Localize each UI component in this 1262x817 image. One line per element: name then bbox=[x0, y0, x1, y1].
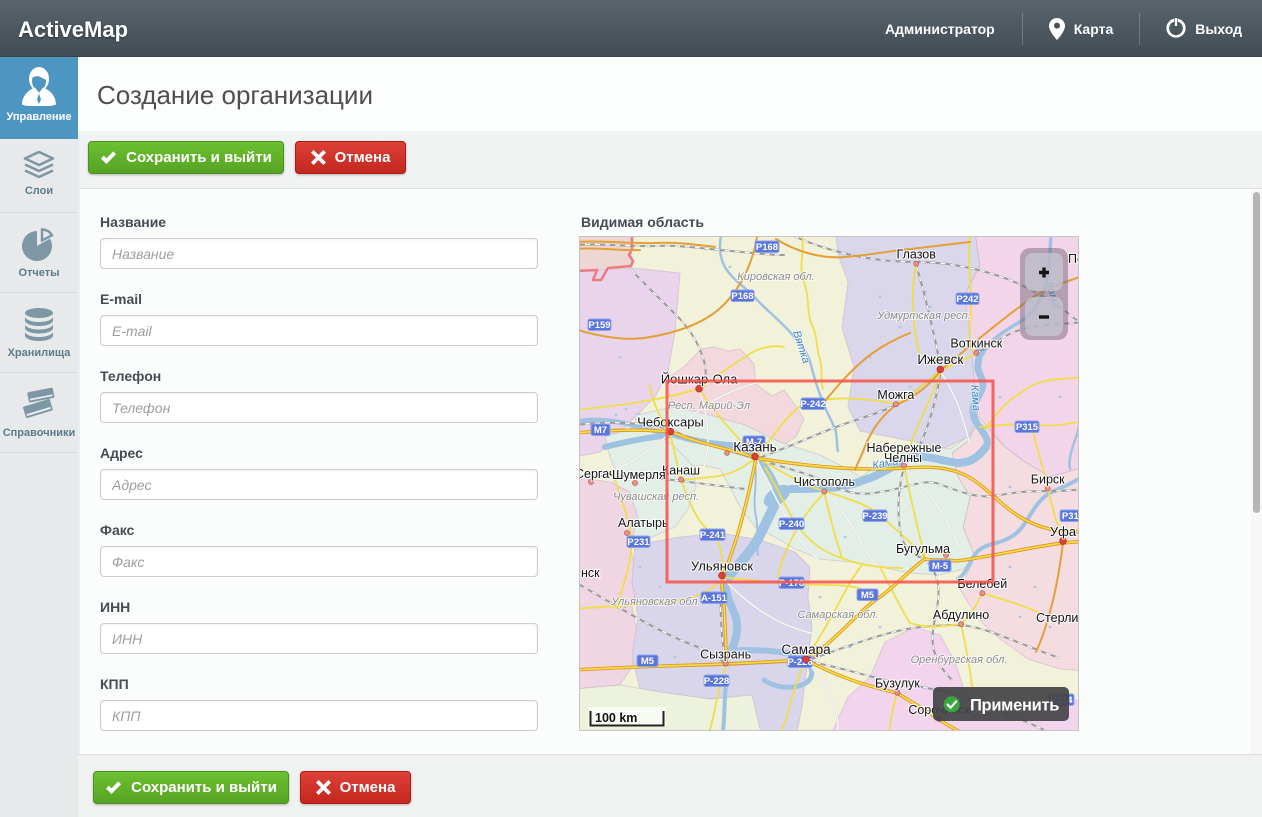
svg-text:Сергач: Сергач bbox=[580, 467, 615, 481]
svg-text:Респ. Марий-Эл: Респ. Марий-Эл bbox=[668, 400, 750, 412]
svg-text:Чувашская респ.: Чувашская респ. bbox=[613, 491, 699, 503]
svg-text:А-151: А-151 bbox=[701, 593, 728, 604]
svg-text:Р168: Р168 bbox=[756, 242, 778, 253]
svg-text:Стерлитамак: Стерлитамак bbox=[1036, 611, 1079, 625]
svg-text:Казань: Казань bbox=[733, 439, 776, 454]
svg-text:Абдулино: Абдулино bbox=[933, 608, 989, 622]
svg-text:Р-242: Р-242 bbox=[800, 399, 825, 410]
svg-text:Оренбургская обл.: Оренбургская обл. bbox=[911, 654, 1008, 666]
svg-text:Пермь: Пермь bbox=[1068, 252, 1079, 266]
svg-text:Глазов: Глазов bbox=[897, 247, 937, 261]
svg-text:Ульяновская обл.: Ульяновская обл. bbox=[610, 596, 700, 608]
svg-text:Сызрань: Сызрань bbox=[700, 647, 751, 661]
svg-text:Р168: Р168 bbox=[731, 291, 753, 302]
svg-text:М5: М5 bbox=[641, 656, 655, 667]
svg-text:100 km: 100 km bbox=[595, 711, 637, 725]
svg-text:Самара: Самара bbox=[781, 642, 831, 657]
svg-text:Кировская обл.: Кировская обл. bbox=[737, 271, 814, 283]
svg-text:Шумерля: Шумерля bbox=[612, 468, 666, 482]
svg-text:Кама: Кама bbox=[968, 384, 982, 411]
svg-text:Р242: Р242 bbox=[956, 294, 978, 305]
svg-text:Йошкар-Ола: Йошкар-Ола bbox=[661, 372, 738, 387]
svg-text:Белебей: Белебей bbox=[957, 577, 1007, 591]
svg-text:М5: М5 bbox=[861, 590, 875, 601]
svg-text:Р231: Р231 bbox=[627, 537, 650, 548]
svg-text:Бугульма: Бугульма bbox=[896, 542, 950, 556]
svg-text:нск: нск bbox=[581, 566, 600, 580]
svg-text:Уфа: Уфа bbox=[1050, 524, 1077, 539]
svg-text:М-5: М-5 bbox=[932, 561, 949, 572]
svg-text:Алатырь: Алатырь bbox=[618, 516, 668, 530]
svg-text:Удмуртская респ.: Удмуртская респ. bbox=[876, 310, 971, 322]
svg-text:Можга: Можга bbox=[877, 388, 914, 402]
svg-text:Р-239: Р-239 bbox=[862, 511, 887, 522]
svg-text:Ижевск: Ижевск bbox=[917, 352, 963, 367]
svg-text:Бузулук: Бузулук bbox=[875, 677, 920, 691]
svg-text:Р-241: Р-241 bbox=[700, 530, 726, 541]
svg-text:Самарская обл.: Самарская обл. bbox=[797, 609, 878, 621]
svg-text:Чистополь: Чистополь bbox=[794, 475, 855, 489]
svg-text:Применить: Применить bbox=[970, 697, 1059, 715]
svg-text:Р-240: Р-240 bbox=[779, 519, 804, 530]
svg-text:Воткинск: Воткинск bbox=[950, 337, 1002, 351]
svg-text:Ульяновск: Ульяновск bbox=[691, 558, 753, 573]
svg-text:Челны: Челны bbox=[884, 451, 922, 465]
svg-text:Р-228: Р-228 bbox=[704, 676, 729, 687]
svg-text:Р319: Р319 bbox=[1062, 511, 1079, 522]
svg-text:Чебоксары: Чебоксары bbox=[637, 414, 704, 429]
svg-text:М7: М7 bbox=[594, 425, 607, 436]
svg-text:Бирск: Бирск bbox=[1031, 472, 1065, 486]
svg-text:Р315: Р315 bbox=[1016, 422, 1039, 433]
svg-text:Р159: Р159 bbox=[588, 320, 610, 331]
